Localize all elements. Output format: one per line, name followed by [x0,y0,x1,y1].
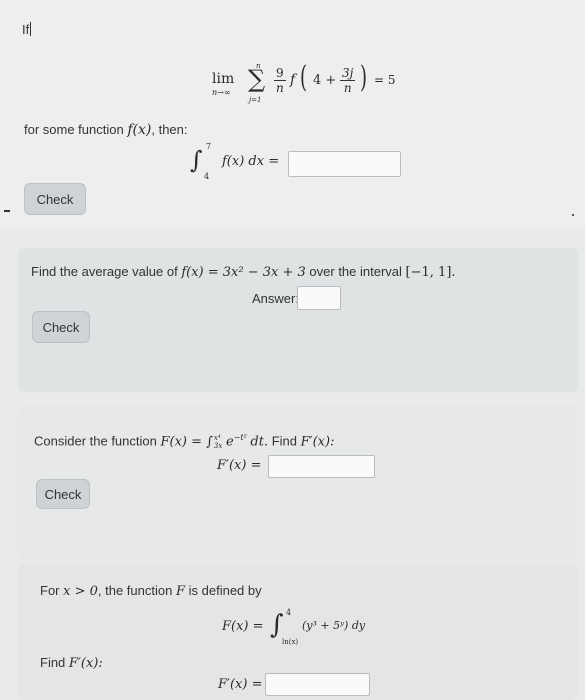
sigma-bottom: j=1 [249,96,262,104]
q4-integrand: (y³ + 5ʸ) dy [302,619,366,632]
answer-label: Answer: [252,291,299,306]
fx-symbol: f(x) [127,122,152,138]
q4-prefix: For [40,583,60,598]
q4-answer-label: F′(x) = [218,677,263,692]
answer-input-1[interactable] [288,151,401,177]
q2-prefix: Find the average value of [31,264,178,279]
q2-interval: [−1, 1]. [405,265,456,280]
q2-mid: over the interval [309,264,402,279]
q4-find: Find [40,655,66,670]
q3-exponent: −t² [233,433,247,442]
question-3-panel [18,405,578,560]
sigma-symbol: ∑ [248,65,266,93]
paren-close: ) [360,60,368,95]
integral-sign: ∫ [190,146,203,174]
answer-input-3[interactable] [268,455,375,478]
equals-five: = 5 [374,73,396,87]
for-some-label: for some function [24,122,124,137]
question-2-prompt: Find the average value of f(x) = 3x² − 3… [31,264,456,280]
question-3-prompt: Consider the function F(x) = ∫ x⁴ 3x e−t² … [34,433,334,450]
q3-find-target: F′(x): [300,434,335,450]
q3-answer-label: F′(x) = [217,458,262,473]
lim-label: lim [212,71,235,87]
question-4-prompt: For x > 0, the function F is defined by [40,583,262,599]
lim-subscript: n→∞ [212,88,231,97]
check-button-2[interactable]: Check [32,311,90,343]
question-1-prefix: If [22,22,32,37]
q3-limits: x⁴ 3x [214,434,222,450]
q3-integrand: e [225,434,234,450]
q3-find: Find [271,433,298,449]
q4-lower: ln(x) [282,638,299,646]
frac2-denominator: n [343,81,352,95]
if-text: If [22,22,30,37]
left-margin-mark [4,210,10,212]
answer-input-2[interactable] [297,286,341,310]
q3-upper: x⁴ [213,433,221,442]
integral-lower: 4 [204,172,210,181]
q3-dt: dt. [250,434,269,450]
q4-integral-sign: ∫ [270,610,284,640]
fraction-9-over-n: 9 n [274,66,286,95]
question-1-panel [0,0,585,228]
for-some-function-text: for some function f(x), then: [24,122,188,138]
q2-function: f(x) = 3x² − 3x + 3 [181,265,306,280]
frac2-numerator: 3j [340,66,356,81]
text-cursor [30,22,32,36]
frac1-denominator: n [275,81,284,95]
f-symbol: f [290,72,296,88]
right-margin-dot [572,214,574,216]
q4-def-left: F(x) = [222,619,264,634]
q3-function: F(x) = ∫ [160,434,213,450]
q4-F: F [175,584,185,599]
q3-prefix: Consider the function [34,433,157,449]
q4-upper: 4 [286,608,292,617]
then-label: , then: [151,122,188,137]
q4-find-target: F′(x): [68,656,103,671]
q4-find-text: Find F′(x): [40,655,103,671]
limit-sum-expression: lim n→∞ n ∑ j=1 9 n f ( 4 + 3j n ) = 5 [212,58,412,112]
check-button-1[interactable]: Check [24,183,86,215]
q4-definition: F(x) = ∫ 4 ln(x) (y³ + 5ʸ) dy [222,606,382,650]
integral-upper: 7 [206,142,212,151]
q4-defined: is defined by [188,583,262,598]
q4-condition: x > 0 [63,584,98,599]
q4-suffix: , the function [97,583,173,598]
check-button-3[interactable]: Check [36,479,90,509]
q3-lower: 3x [213,441,223,450]
answer-input-4[interactable] [265,673,370,696]
integrand-text: f(x) dx = [222,154,280,169]
fraction-3j-over-n: 3j n [340,66,356,95]
paren-open: ( [300,60,308,95]
frac1-numerator: 9 [274,66,286,81]
four-plus: 4 + [313,73,337,88]
